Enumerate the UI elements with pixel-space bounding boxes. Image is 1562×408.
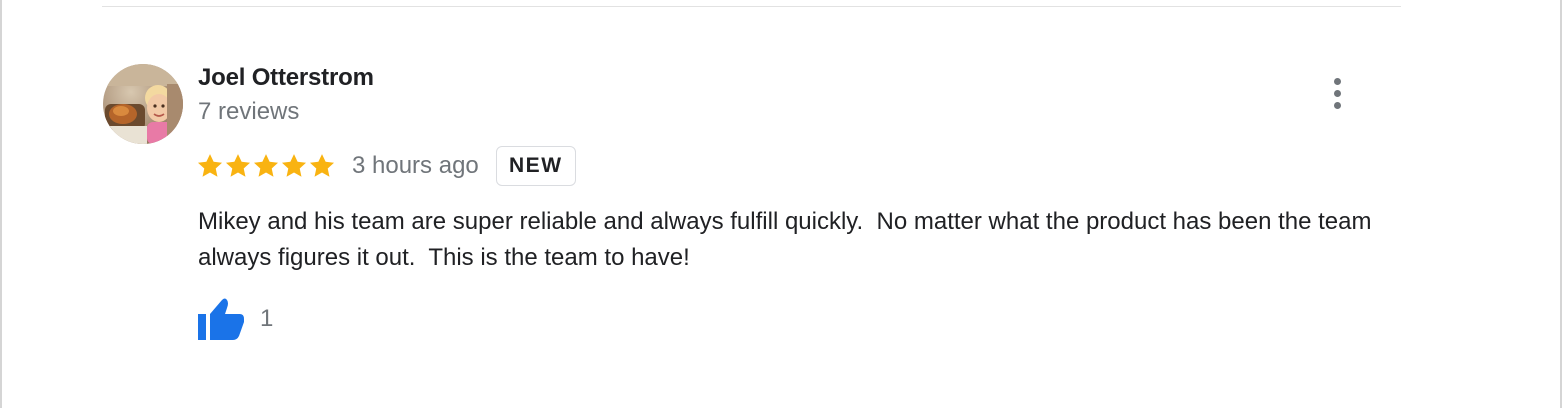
star-rating [196, 152, 336, 180]
new-badge: NEW [495, 146, 576, 186]
window-edge-left [0, 0, 2, 408]
star-icon [281, 154, 307, 177]
thumb-up-icon[interactable] [196, 296, 246, 342]
review-time: 3 hours ago [352, 152, 479, 179]
like-row: 1 [196, 296, 273, 342]
more-vert-icon [1333, 77, 1341, 85]
star-icon [197, 154, 223, 177]
star-icon [253, 154, 279, 177]
reviewer-name[interactable]: Joel Otterstrom [198, 64, 374, 92]
review-card: Joel Otterstrom 7 reviews 3 hours ago NE… [0, 0, 1562, 408]
review-divider [102, 6, 1401, 7]
star-icon [309, 154, 335, 177]
star-icon [225, 154, 251, 177]
avatar-photo [103, 64, 183, 144]
rating-row: 3 hours ago NEW [196, 146, 576, 186]
more-vert-icon [1333, 89, 1341, 97]
more-vert-icon [1333, 101, 1341, 109]
more-options-button[interactable] [1320, 72, 1354, 114]
review-text: Mikey and his team are super reliable an… [198, 208, 1379, 271]
like-count: 1 [260, 305, 274, 332]
reviewer-review-count: 7 reviews [198, 98, 300, 125]
reviewer-avatar[interactable] [103, 64, 183, 144]
